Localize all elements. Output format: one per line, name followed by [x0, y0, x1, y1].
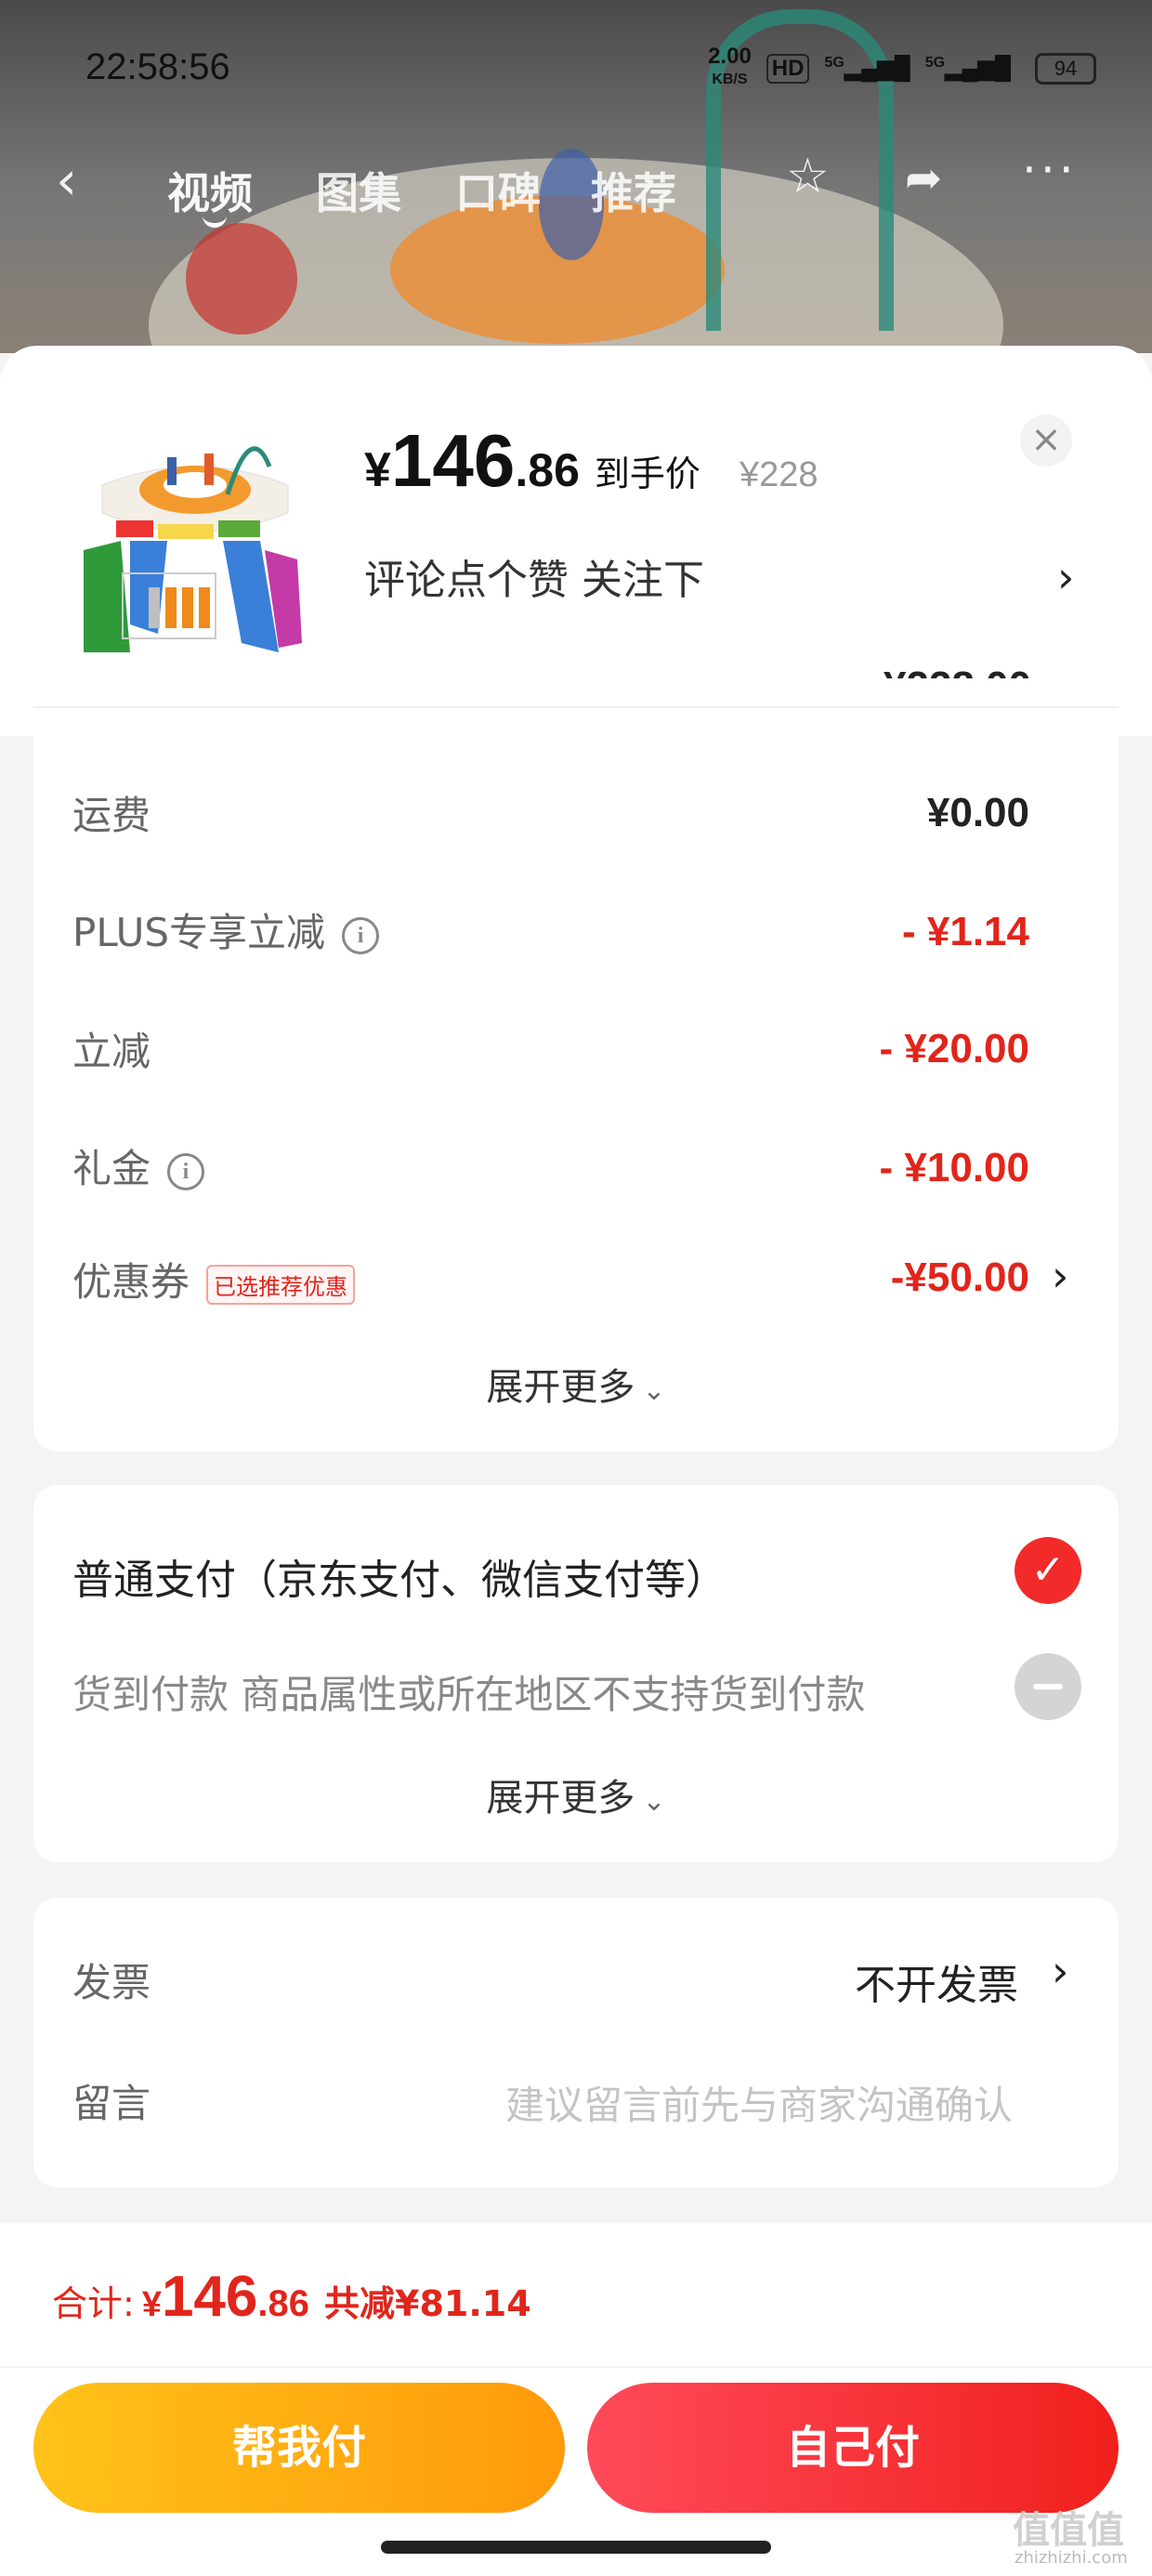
- fee-row-label-shipping: 运费: [72, 793, 151, 838]
- price-decimal: .86: [515, 444, 580, 496]
- total-saving: 共减¥81.14: [324, 2283, 531, 2324]
- toy-table-image: [65, 411, 325, 671]
- invoice-value[interactable]: 不开发票: [855, 1952, 1018, 2011]
- fee-row-label-plus: PLUS专享立减 i: [72, 901, 380, 958]
- fee-row-label-coupon[interactable]: 优惠券 已选推荐优惠: [72, 1251, 356, 1308]
- price-suffix: 到手价: [594, 453, 700, 494]
- toy-red-wheel-shape: [186, 223, 297, 335]
- price-currency: ¥: [364, 443, 391, 497]
- chevron-down-icon: ⌄: [642, 1374, 666, 1407]
- total-decimal: .86: [257, 2283, 310, 2324]
- net-speed-value: 2.00: [708, 44, 752, 69]
- coupon-chevron-icon[interactable]: ›: [1052, 1251, 1068, 1301]
- signal-5g-icon-2: 5G▂▄▆█: [924, 55, 1011, 81]
- signal-5g-icon: 5G▂▄▆█: [824, 55, 910, 81]
- plus-label-text: PLUS专享立减: [72, 910, 326, 955]
- fee-row-value-shipping: ¥0.00: [926, 790, 1029, 835]
- home-indicator[interactable]: [381, 2541, 771, 2554]
- status-icons: 2.00 KB/S HD 5G▂▄▆█ 5G▂▄▆█ 94: [708, 46, 1096, 90]
- price-integer: 146: [390, 419, 516, 502]
- back-icon[interactable]: ‹: [56, 149, 77, 212]
- watermark-logo: 值值值: [1013, 2509, 1124, 2552]
- signal2-label: 5G: [924, 55, 946, 71]
- watermark-url: zhizhizhi.com: [1015, 2548, 1128, 2568]
- expand-more-fees-label: 展开更多: [486, 1366, 635, 1409]
- disabled-dash: [1033, 1684, 1063, 1689]
- fee-row-value-plus: - ¥1.14: [902, 909, 1029, 954]
- invoice-chevron-icon[interactable]: ›: [1052, 1946, 1068, 1996]
- scroll-mask: [0, 678, 1152, 708]
- star-icon[interactable]: ☆: [786, 149, 830, 204]
- net-speed-unit: KB/S: [712, 72, 748, 87]
- invoice-label: 发票: [72, 1960, 151, 2005]
- invoice-message-card: [33, 1898, 1119, 2188]
- close-icon[interactable]: ×: [1020, 414, 1072, 467]
- coupon-label-text: 优惠券: [72, 1259, 190, 1305]
- share-icon[interactable]: ➦: [905, 152, 942, 204]
- chevron-right-icon[interactable]: ›: [1057, 552, 1074, 602]
- tab-video[interactable]: 视频: [167, 160, 253, 221]
- gift-label-text: 礼金: [72, 1146, 151, 1191]
- total-summary: 合计: ¥ 146 .86 共减¥81.14: [52, 2264, 531, 2330]
- self-pay-button[interactable]: 自己付: [587, 2383, 1119, 2513]
- tab-gallery[interactable]: 图集: [316, 160, 401, 221]
- message-label: 留言: [72, 2081, 151, 2126]
- total-currency: ¥: [141, 2285, 162, 2324]
- bottom-bar-divider: [0, 2366, 1152, 2368]
- fee-row-value-gift: - ¥10.00: [879, 1145, 1029, 1190]
- info-icon[interactable]: i: [342, 916, 380, 954]
- scroll-edge: [33, 706, 1119, 708]
- info-icon[interactable]: i: [167, 1152, 205, 1190]
- chevron-down-icon: ⌄: [642, 1785, 666, 1818]
- check-circle-icon[interactable]: ✓: [1015, 1537, 1081, 1604]
- product-thumbnail[interactable]: [65, 411, 325, 671]
- message-input[interactable]: 建议留言前先与商家沟通确认: [505, 2074, 1013, 2131]
- tab-reviews[interactable]: 口碑: [455, 160, 541, 221]
- net-speed: 2.00 KB/S: [708, 46, 752, 90]
- total-integer: 146: [161, 2265, 258, 2329]
- follow-text[interactable]: 评论点个赞 关注下: [364, 546, 704, 606]
- product-price: ¥ 146 .86 到手价 ¥228: [364, 418, 818, 504]
- disabled-circle-icon: [1015, 1653, 1081, 1720]
- expand-more-fees[interactable]: 展开更多 ⌄: [19, 1357, 1133, 1411]
- battery-icon: 94: [1035, 52, 1096, 85]
- fee-row-label-gift: 礼金 i: [72, 1137, 205, 1194]
- signal1-label: 5G: [824, 55, 844, 71]
- more-icon[interactable]: ···: [1022, 143, 1078, 197]
- fee-row-value-coupon[interactable]: -¥50.00: [891, 1255, 1029, 1301]
- fee-row-label-direct-discount: 立减: [72, 1029, 151, 1074]
- payment-normal-label[interactable]: 普通支付（京东支付、微信支付等）: [72, 1546, 727, 1606]
- hd-badge: HD: [766, 53, 810, 84]
- status-time: 22:58:56: [85, 46, 230, 87]
- expand-more-payment[interactable]: 展开更多 ⌄: [19, 1768, 1133, 1821]
- original-price: ¥228: [739, 455, 818, 494]
- help-pay-button[interactable]: 帮我付: [33, 2383, 565, 2513]
- fee-row-value-direct-discount: - ¥20.00: [879, 1026, 1029, 1071]
- payment-cod-label: 货到付款 商品属性或所在地区不支持货到付款: [72, 1672, 866, 1717]
- tab-recommend[interactable]: 推荐: [591, 160, 676, 221]
- coupon-selected-tag: 已选推荐优惠: [206, 1265, 356, 1305]
- total-label: 合计:: [52, 2283, 135, 2324]
- expand-more-payment-label: 展开更多: [486, 1777, 635, 1820]
